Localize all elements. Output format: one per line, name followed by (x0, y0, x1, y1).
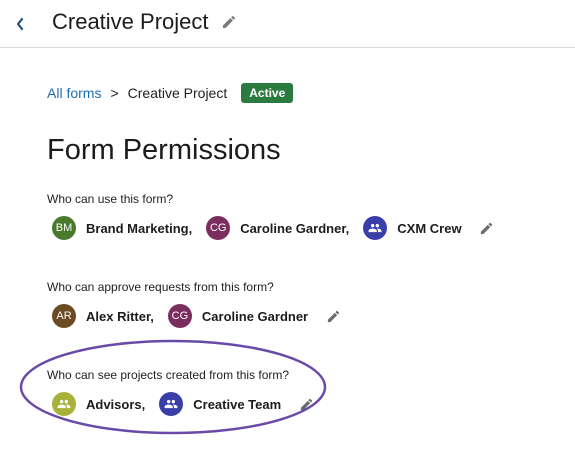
member-list: AR Alex Ritter, CG Caroline Gardner (52, 304, 342, 328)
member-chip: Advisors, (52, 392, 145, 416)
member-chip: CXM Crew (363, 216, 462, 240)
avatar: CG (206, 216, 231, 240)
breadcrumb-current: Creative Project (127, 85, 228, 101)
pencil-icon (480, 222, 493, 234)
pencil-icon (300, 398, 312, 410)
permission-section-see-projects: Who can see projects created from this f… (47, 368, 312, 416)
group-icon (368, 223, 382, 233)
highlight-ellipse (19, 339, 327, 435)
member-label: Advisors, (86, 396, 146, 412)
section-question: Who can approve requests from this form? (47, 280, 274, 294)
member-label: Creative Team (193, 396, 282, 412)
breadcrumb-separator: > (110, 85, 119, 101)
pencil-icon (223, 15, 236, 28)
member-chip: BM Brand Marketing, (52, 216, 192, 240)
permission-section-use: Who can use this form? BM Brand Marketin… (47, 192, 493, 240)
back-button[interactable] (10, 14, 30, 34)
member-chip: Creative Team (159, 392, 281, 416)
group-avatar (52, 392, 76, 416)
status-badge: Active (241, 83, 294, 103)
section-question: Who can see projects created from this f… (47, 368, 290, 382)
member-chip: AR Alex Ritter, (52, 304, 154, 328)
chevron-left-icon (16, 17, 24, 31)
permission-section-approve: Who can approve requests from this form?… (47, 280, 339, 328)
pencil-icon (327, 310, 339, 322)
edit-title-button[interactable] (220, 13, 238, 31)
member-chip: CG Caroline Gardner (167, 304, 309, 328)
group-icon (164, 399, 178, 409)
member-label: Caroline Gardner (201, 308, 309, 324)
avatar: CG (167, 304, 192, 328)
top-bar: Creative Project (0, 0, 575, 48)
avatar: BM (52, 216, 76, 240)
breadcrumb: All forms > Creative Project Active (47, 82, 294, 104)
section-question: Who can use this form? (47, 192, 174, 206)
edit-viewers-button[interactable] (297, 395, 315, 413)
edit-approvers-button[interactable] (324, 307, 342, 325)
avatar: AR (52, 304, 76, 328)
member-list: Advisors, Creative Team (52, 392, 315, 416)
breadcrumb-all-forms-link[interactable]: All forms (47, 85, 101, 101)
group-icon (57, 399, 71, 409)
page-title: Creative Project (52, 9, 209, 34)
member-label: CXM Crew (397, 220, 462, 236)
member-label: Brand Marketing, (86, 220, 193, 236)
edit-users-button[interactable] (478, 219, 496, 237)
group-avatar (363, 216, 388, 240)
page-heading: Form Permissions (47, 134, 281, 166)
member-list: BM Brand Marketing, CG Caroline Gardner,… (52, 216, 496, 240)
member-label: Alex Ritter, (86, 308, 154, 324)
member-chip: CG Caroline Gardner, (206, 216, 349, 240)
group-avatar (159, 392, 184, 416)
member-label: Caroline Gardner, (240, 220, 350, 236)
